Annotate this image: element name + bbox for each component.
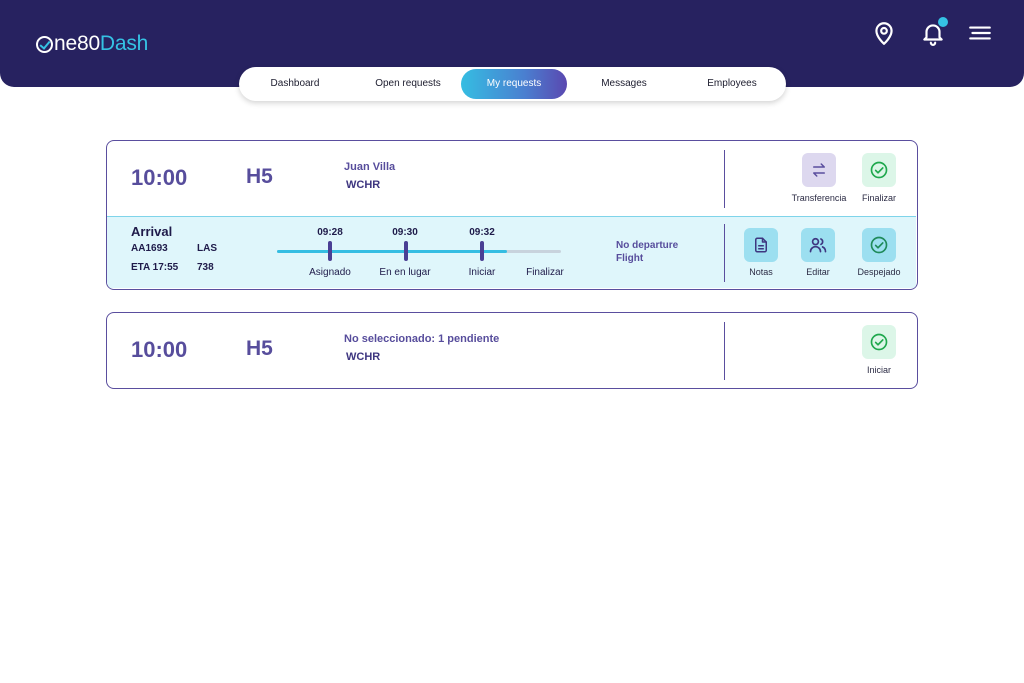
check-circle-icon xyxy=(870,161,888,179)
main-nav-tabs: Dashboard Open requests My requests Mess… xyxy=(239,67,786,101)
departure-note-line2: Flight xyxy=(616,253,644,264)
card-divider xyxy=(724,150,725,208)
timeline-stage: En en lugar xyxy=(379,267,431,278)
finalize-label: Finalizar xyxy=(861,193,896,203)
progress-track xyxy=(277,250,561,253)
timeline-time: 09:32 xyxy=(469,227,495,238)
request-time: 10:00 xyxy=(131,337,188,362)
request-gate: H5 xyxy=(246,165,273,188)
card-divider xyxy=(724,322,725,380)
request-time: 10:00 xyxy=(131,165,188,190)
departure-note-line1: No departure xyxy=(616,240,679,251)
logo-check-icon xyxy=(36,35,53,53)
aircraft-code: 738 xyxy=(197,262,214,273)
check-circle-icon xyxy=(870,333,888,351)
timeline-time: 09:28 xyxy=(317,227,343,238)
detail-title: Arrival xyxy=(131,224,173,239)
departure-note: No departure Flight xyxy=(616,239,696,265)
service-type: WCHR xyxy=(346,351,381,363)
start-label: Iniciar xyxy=(866,365,891,375)
flight-origin: LAS xyxy=(197,243,217,254)
cleared-button[interactable] xyxy=(862,228,896,262)
transfer-button[interactable] xyxy=(802,153,836,187)
flight-eta: ETA 17:55 xyxy=(131,262,179,273)
tab-messages[interactable]: Messages xyxy=(573,69,675,99)
service-type: WCHR xyxy=(346,179,381,191)
request-gate: H5 xyxy=(246,337,273,360)
map-pin-icon[interactable] xyxy=(871,20,897,46)
bell-icon[interactable] xyxy=(920,17,948,46)
notes-button[interactable] xyxy=(744,228,778,262)
document-icon xyxy=(755,237,767,253)
logo-text-primary: ne80 xyxy=(54,32,100,55)
request-card[interactable]: 10:00 H5 Juan Villa WCHR Transferencia F… xyxy=(106,140,918,290)
timeline-stage: Asignado xyxy=(309,267,351,278)
brand-logo[interactable]: ne80 Dash xyxy=(36,32,148,56)
tab-my-requests[interactable]: My requests xyxy=(461,69,567,99)
hamburger-menu-icon[interactable] xyxy=(967,20,993,46)
edit-button[interactable] xyxy=(801,228,835,262)
notification-dot xyxy=(938,17,948,27)
users-icon xyxy=(809,237,827,253)
timeline-time: 09:30 xyxy=(392,227,418,238)
passenger-name: Juan Villa xyxy=(344,161,396,173)
cleared-label: Despejado xyxy=(857,267,901,277)
timeline-marker xyxy=(328,241,332,261)
tab-employees[interactable]: Employees xyxy=(681,69,783,99)
tab-open-requests[interactable]: Open requests xyxy=(353,69,463,99)
timeline-stage: Finalizar xyxy=(526,267,564,278)
request-detail-panel: Arrival AA1693 LAS ETA 17:55 738 09:28 A… xyxy=(107,216,916,288)
timeline-marker xyxy=(404,241,408,261)
check-circle-icon xyxy=(870,236,888,254)
flight-number: AA1693 xyxy=(131,243,168,254)
passenger-name: No seleccionado: 1 pendiente xyxy=(344,333,500,345)
logo-text-accent: Dash xyxy=(99,32,149,55)
tab-dashboard[interactable]: Dashboard xyxy=(243,69,347,99)
finalize-button[interactable] xyxy=(862,153,896,187)
progress-fill xyxy=(277,250,508,253)
transfer-arrows-icon xyxy=(813,163,825,177)
request-card[interactable]: 10:00 H5 No seleccionado: 1 pendiente WC… xyxy=(106,312,918,389)
start-button[interactable] xyxy=(862,325,896,359)
timeline-marker xyxy=(480,241,484,261)
